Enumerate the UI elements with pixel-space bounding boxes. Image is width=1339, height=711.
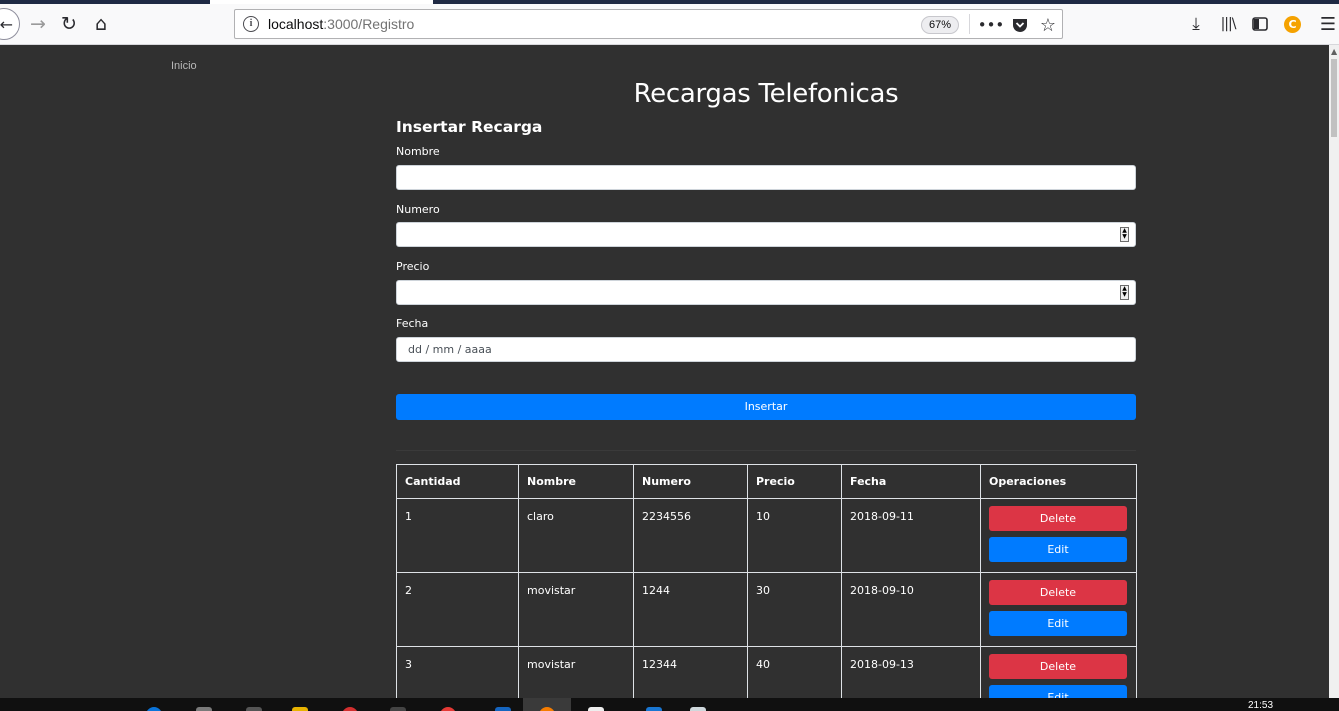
store-icon[interactable]	[246, 707, 262, 711]
extension-icon[interactable]: C	[1284, 16, 1301, 33]
cell-numero: 12344	[633, 646, 748, 698]
url-host: localhost	[268, 16, 324, 32]
cell-numero: 1244	[633, 572, 748, 647]
table-header-row: Cantidad Nombre Numero Precio Fecha Oper…	[396, 464, 1137, 499]
reload-icon[interactable]: ↻	[55, 10, 83, 38]
fecha-placeholder: dd / mm / aaaa	[408, 343, 492, 356]
delete-button[interactable]: Delete	[989, 654, 1127, 679]
taskbar-clock: 21:53	[1248, 700, 1274, 711]
zoom-badge[interactable]: 67%	[921, 16, 960, 34]
file-explorer-icon[interactable]	[196, 707, 212, 711]
cell-nombre: movistar	[518, 646, 634, 698]
app-icon[interactable]	[390, 707, 406, 711]
downloads-icon[interactable]: ⤓	[1184, 12, 1208, 36]
table-row: 3 movistar 12344 40 2018-09-13 Delete Ed…	[396, 646, 1137, 698]
precio-field[interactable]: ▲ ▼	[396, 280, 1136, 305]
forward-arrow-icon[interactable]: →	[24, 10, 52, 38]
pocket-shape	[1013, 18, 1027, 32]
sidebar-icon[interactable]	[1248, 12, 1272, 36]
header-nombre: Nombre	[518, 464, 634, 499]
recargas-table: Cantidad Nombre Numero Precio Fecha Oper…	[396, 464, 1137, 698]
divider	[396, 450, 1136, 451]
url-path: :3000/Registro	[323, 16, 415, 32]
page-actions-icon[interactable]: •••	[978, 14, 1005, 36]
page-title: Recargas Telefonicas	[633, 79, 899, 109]
cell-cantidad: 1	[396, 498, 519, 573]
word-icon[interactable]	[646, 707, 662, 711]
site-info-icon[interactable]: i	[243, 16, 259, 32]
page-content: Inicio Recargas Telefonicas Insertar Rec…	[0, 45, 1329, 698]
cell-operaciones: Delete Edit	[980, 572, 1137, 647]
pocket-icon[interactable]	[1009, 14, 1031, 36]
edge-icon[interactable]	[146, 707, 162, 711]
table-row: 1 claro 2234556 10 2018-09-11 Delete Edi…	[396, 498, 1137, 573]
url-separator	[969, 14, 970, 34]
scroll-up-arrow-icon[interactable]: ▲	[1331, 47, 1337, 56]
nav-link-inicio[interactable]: Inicio	[171, 60, 197, 72]
opera-icon[interactable]	[342, 707, 358, 711]
edit-button[interactable]: Edit	[989, 685, 1127, 698]
delete-button[interactable]: Delete	[989, 506, 1127, 531]
cell-precio: 10	[747, 498, 842, 573]
url-bar[interactable]: i localhost:3000/Registro 67% ••• ☆	[234, 9, 1063, 39]
home-icon[interactable]: ⌂	[87, 10, 115, 38]
numero-field[interactable]: ▲ ▼	[396, 222, 1136, 247]
precio-spinner-icon[interactable]: ▲ ▼	[1120, 285, 1129, 300]
folder-icon[interactable]	[292, 707, 308, 711]
library-icon[interactable]: |||\	[1216, 12, 1240, 36]
notepad-icon[interactable]	[588, 707, 604, 711]
edit-button[interactable]: Edit	[989, 611, 1127, 636]
header-numero: Numero	[633, 464, 748, 499]
form-title: Insertar Recarga	[396, 118, 543, 136]
insertar-button[interactable]: Insertar	[396, 394, 1136, 420]
fecha-field[interactable]: dd / mm / aaaa	[396, 337, 1136, 362]
delete-button[interactable]: Delete	[989, 580, 1127, 605]
numero-spinner-icon[interactable]: ▲ ▼	[1120, 227, 1129, 242]
cell-fecha: 2018-09-10	[841, 572, 981, 647]
nombre-label: Nombre	[396, 145, 440, 158]
browser-toolbar: ← → ↻ ⌂ i localhost:3000/Registro 67% ••…	[0, 4, 1339, 45]
back-arrow-icon[interactable]: ←	[0, 8, 20, 40]
cell-operaciones: Delete Edit	[980, 498, 1137, 573]
header-precio: Precio	[747, 464, 842, 499]
cell-nombre: claro	[518, 498, 634, 573]
precio-label: Precio	[396, 260, 430, 273]
cell-precio: 30	[747, 572, 842, 647]
sidebar-shape	[1252, 17, 1268, 31]
chrome-icon[interactable]	[440, 707, 456, 711]
table-row: 2 movistar 1244 30 2018-09-10 Delete Edi…	[396, 572, 1137, 647]
fecha-label: Fecha	[396, 317, 429, 330]
cell-nombre: movistar	[518, 572, 634, 647]
vscode-icon[interactable]	[495, 707, 511, 711]
header-fecha: Fecha	[841, 464, 981, 499]
nombre-field[interactable]	[396, 165, 1136, 190]
cell-numero: 2234556	[633, 498, 748, 573]
header-cantidad: Cantidad	[396, 464, 519, 499]
bookmark-star-icon[interactable]: ☆	[1037, 14, 1059, 36]
numero-label: Numero	[396, 203, 440, 216]
cell-operaciones: Delete Edit	[980, 646, 1137, 698]
cell-fecha: 2018-09-11	[841, 498, 981, 573]
window-app-icon[interactable]	[690, 707, 706, 711]
menu-hamburger-icon[interactable]: ☰	[1316, 12, 1339, 36]
cell-fecha: 2018-09-13	[841, 646, 981, 698]
url-text[interactable]: localhost:3000/Registro	[268, 16, 414, 32]
os-taskbar: 21:53	[0, 698, 1339, 711]
cell-cantidad: 3	[396, 646, 519, 698]
edit-button[interactable]: Edit	[989, 537, 1127, 562]
cell-cantidad: 2	[396, 572, 519, 647]
cell-precio: 40	[747, 646, 842, 698]
header-operaciones: Operaciones	[980, 464, 1137, 499]
scrollbar-thumb[interactable]	[1331, 59, 1337, 137]
vertical-scrollbar[interactable]: ▲	[1329, 45, 1339, 698]
